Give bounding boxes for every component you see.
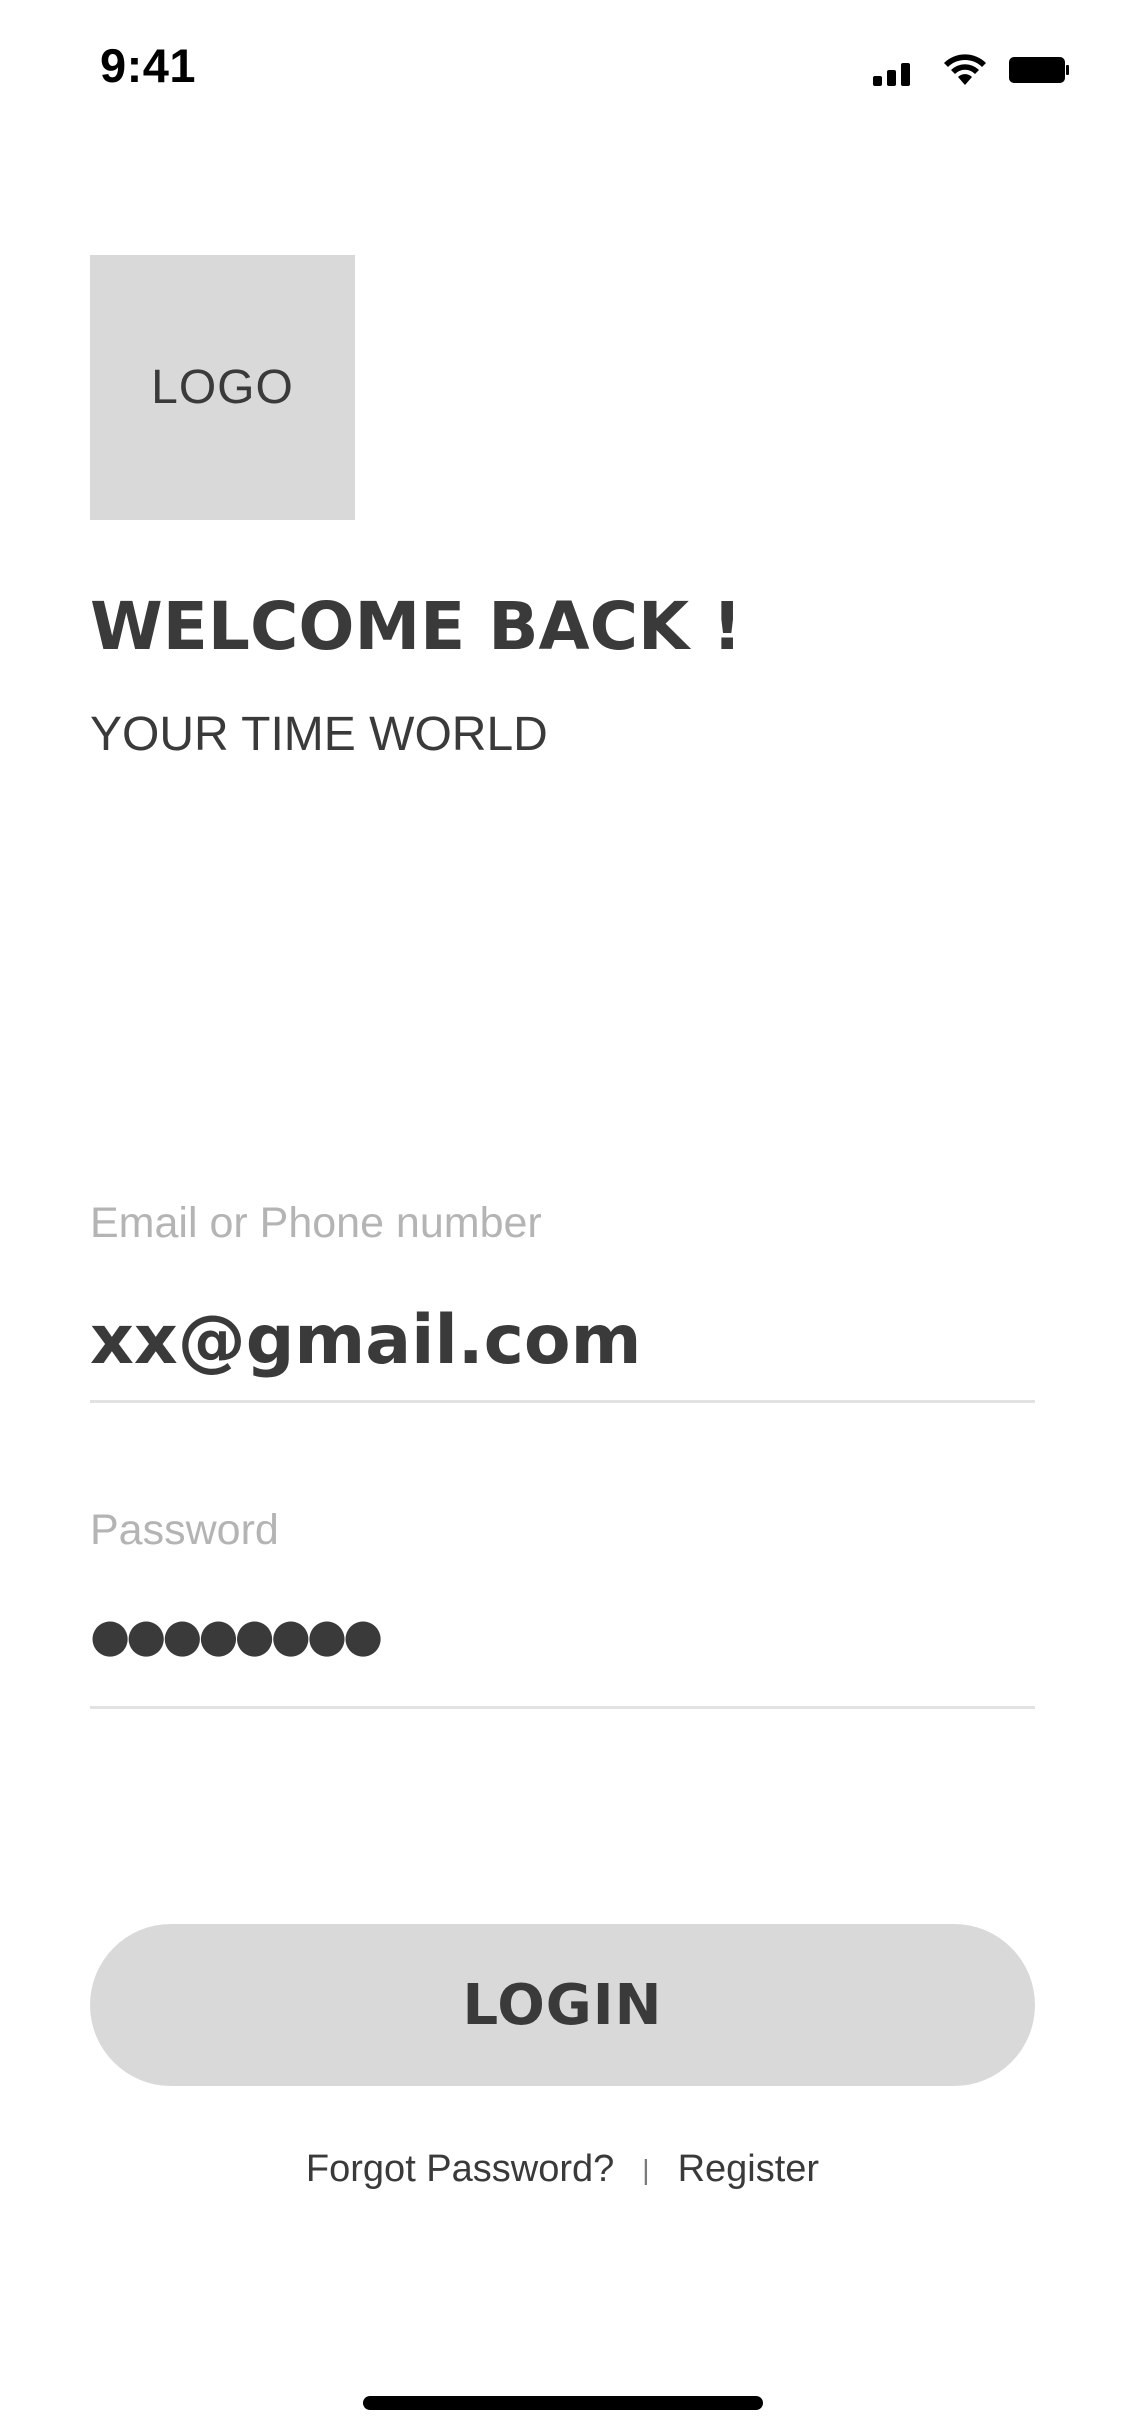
password-underline [90, 1706, 1035, 1709]
home-indicator[interactable] [363, 2396, 763, 2410]
wifi-icon [944, 54, 986, 85]
email-underline [90, 1400, 1035, 1403]
footer-links: Forgot Password? | Register [0, 2148, 1125, 2191]
welcome-title: WELCOME BACK ! [90, 588, 743, 665]
signal-icon [873, 63, 910, 86]
logo-text: LOGO [151, 361, 294, 414]
battery-icon [1009, 57, 1069, 83]
status-bar: 9:41 [0, 0, 1125, 132]
login-button[interactable]: LOGIN [90, 1924, 1035, 2086]
password-label: Password [90, 1506, 279, 1554]
footer-divider: | [642, 2153, 650, 2185]
email-input[interactable] [90, 1295, 1035, 1385]
logo: LOGO [90, 255, 355, 520]
register-link[interactable]: Register [678, 2148, 820, 2191]
password-input[interactable]: ●●●●●●●● [90, 1608, 1035, 1668]
login-label: LOGIN [462, 1972, 663, 2038]
forgot-password-link[interactable]: Forgot Password? [306, 2148, 614, 2191]
email-label: Email or Phone number [90, 1199, 542, 1247]
welcome-subtitle: YOUR TIME WORLD [90, 708, 548, 761]
status-icons [873, 52, 1073, 92]
status-time: 9:41 [100, 39, 197, 92]
